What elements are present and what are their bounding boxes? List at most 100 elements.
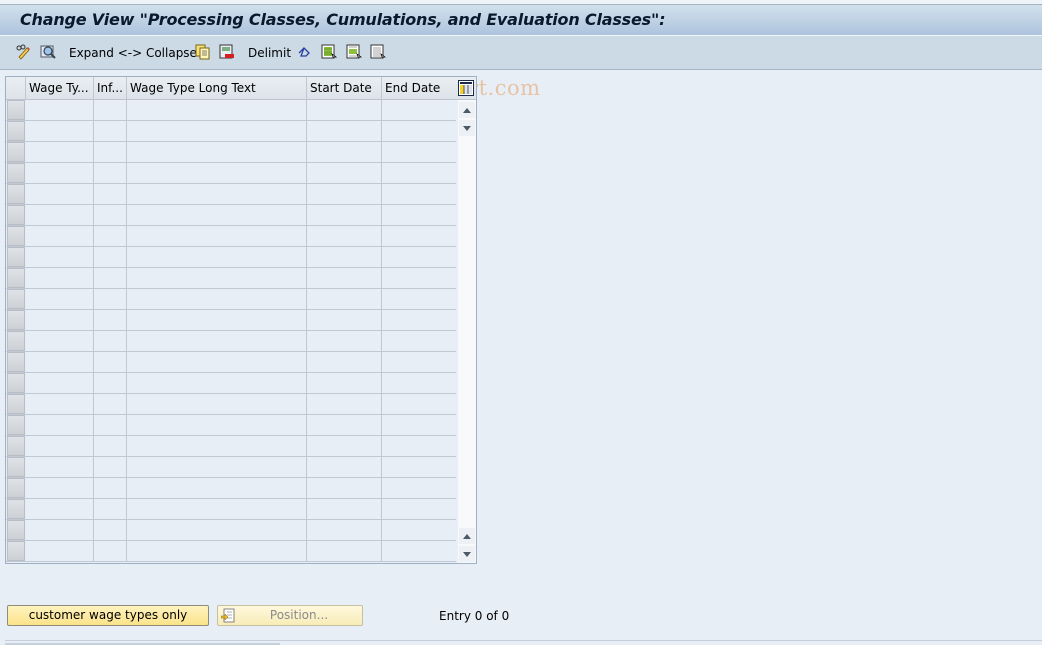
column-header-end-date[interactable]: End Date: [382, 77, 456, 100]
table-cell[interactable]: [26, 541, 94, 561]
table-cell[interactable]: [127, 121, 307, 141]
table-cell[interactable]: [382, 520, 456, 540]
row-selector[interactable]: [7, 310, 25, 330]
table-row[interactable]: [6, 520, 456, 541]
select-all-icon[interactable]: [321, 44, 337, 60]
scroll-up-button[interactable]: [459, 102, 475, 118]
table-cell[interactable]: [94, 373, 127, 393]
table-cell[interactable]: [94, 478, 127, 498]
table-cell[interactable]: [26, 352, 94, 372]
table-cell[interactable]: [307, 331, 382, 351]
table-cell[interactable]: [26, 163, 94, 183]
table-cell[interactable]: [26, 121, 94, 141]
table-row[interactable]: [6, 121, 456, 142]
table-cell[interactable]: [94, 142, 127, 162]
row-selector[interactable]: [7, 121, 25, 141]
table-cell[interactable]: [94, 163, 127, 183]
table-cell[interactable]: [307, 142, 382, 162]
table-cell[interactable]: [26, 436, 94, 456]
table-row[interactable]: [6, 394, 456, 415]
table-cell[interactable]: [307, 352, 382, 372]
table-cell[interactable]: [382, 478, 456, 498]
table-cell[interactable]: [94, 310, 127, 330]
table-cell[interactable]: [307, 100, 382, 120]
table-cell[interactable]: [307, 499, 382, 519]
column-header-infotype[interactable]: Inf...: [94, 77, 127, 100]
table-row[interactable]: [6, 205, 456, 226]
table-cell[interactable]: [382, 331, 456, 351]
table-cell[interactable]: [127, 520, 307, 540]
table-cell[interactable]: [26, 247, 94, 267]
row-selector[interactable]: [7, 436, 25, 456]
table-cell[interactable]: [94, 541, 127, 561]
table-cell[interactable]: [26, 331, 94, 351]
table-cell[interactable]: [382, 226, 456, 246]
row-selector[interactable]: [7, 268, 25, 288]
table-cell[interactable]: [382, 394, 456, 414]
table-cell[interactable]: [94, 457, 127, 477]
table-row[interactable]: [6, 310, 456, 331]
table-cell[interactable]: [26, 373, 94, 393]
row-selector[interactable]: [7, 394, 25, 414]
customer-wage-types-only-button[interactable]: customer wage types only: [7, 605, 209, 626]
table-cell[interactable]: [94, 226, 127, 246]
table-cell[interactable]: [382, 310, 456, 330]
table-cell[interactable]: [127, 163, 307, 183]
table-cell[interactable]: [94, 121, 127, 141]
table-cell[interactable]: [26, 457, 94, 477]
table-cell[interactable]: [307, 520, 382, 540]
table-cell[interactable]: [127, 394, 307, 414]
table-row[interactable]: [6, 436, 456, 457]
table-cell[interactable]: [26, 520, 94, 540]
table-settings-icon[interactable]: [458, 80, 474, 96]
table-row[interactable]: [6, 268, 456, 289]
table-cell[interactable]: [382, 457, 456, 477]
row-selector[interactable]: [7, 541, 25, 561]
table-cell[interactable]: [382, 541, 456, 561]
table-cell[interactable]: [26, 289, 94, 309]
row-selector[interactable]: [7, 100, 25, 120]
table-row[interactable]: [6, 373, 456, 394]
table-cell[interactable]: [94, 268, 127, 288]
table-cell[interactable]: [382, 100, 456, 120]
row-selector[interactable]: [7, 142, 25, 162]
table-cell[interactable]: [26, 100, 94, 120]
table-cell[interactable]: [94, 499, 127, 519]
table-cell[interactable]: [307, 247, 382, 267]
table-cell[interactable]: [382, 499, 456, 519]
table-cell[interactable]: [94, 205, 127, 225]
row-selector[interactable]: [7, 415, 25, 435]
table-cell[interactable]: [307, 121, 382, 141]
table-row[interactable]: [6, 499, 456, 520]
table-cell[interactable]: [307, 373, 382, 393]
row-selector[interactable]: [7, 352, 25, 372]
table-cell[interactable]: [127, 541, 307, 561]
column-header-wage-type[interactable]: Wage Ty...: [26, 77, 94, 100]
delimit-button[interactable]: Delimit: [248, 44, 291, 62]
row-selector[interactable]: [7, 499, 25, 519]
row-selector[interactable]: [7, 163, 25, 183]
display-change-icon[interactable]: [16, 44, 32, 60]
position-button[interactable]: Position...: [217, 605, 363, 626]
table-cell[interactable]: [382, 289, 456, 309]
table-row[interactable]: [6, 541, 456, 562]
table-cell[interactable]: [127, 184, 307, 204]
table-cell[interactable]: [307, 289, 382, 309]
table-cell[interactable]: [94, 289, 127, 309]
table-cell[interactable]: [127, 100, 307, 120]
table-cell[interactable]: [127, 331, 307, 351]
table-cell[interactable]: [382, 352, 456, 372]
table-cell[interactable]: [26, 478, 94, 498]
table-row[interactable]: [6, 247, 456, 268]
table-cell[interactable]: [382, 373, 456, 393]
row-selector[interactable]: [7, 331, 25, 351]
table-row[interactable]: [6, 100, 456, 121]
table-cell[interactable]: [127, 205, 307, 225]
table-cell[interactable]: [382, 436, 456, 456]
table-cell[interactable]: [94, 184, 127, 204]
scroll-page-down-button[interactable]: [459, 120, 475, 136]
table-cell[interactable]: [382, 205, 456, 225]
table-cell[interactable]: [26, 499, 94, 519]
table-cell[interactable]: [307, 184, 382, 204]
table-cell[interactable]: [26, 394, 94, 414]
